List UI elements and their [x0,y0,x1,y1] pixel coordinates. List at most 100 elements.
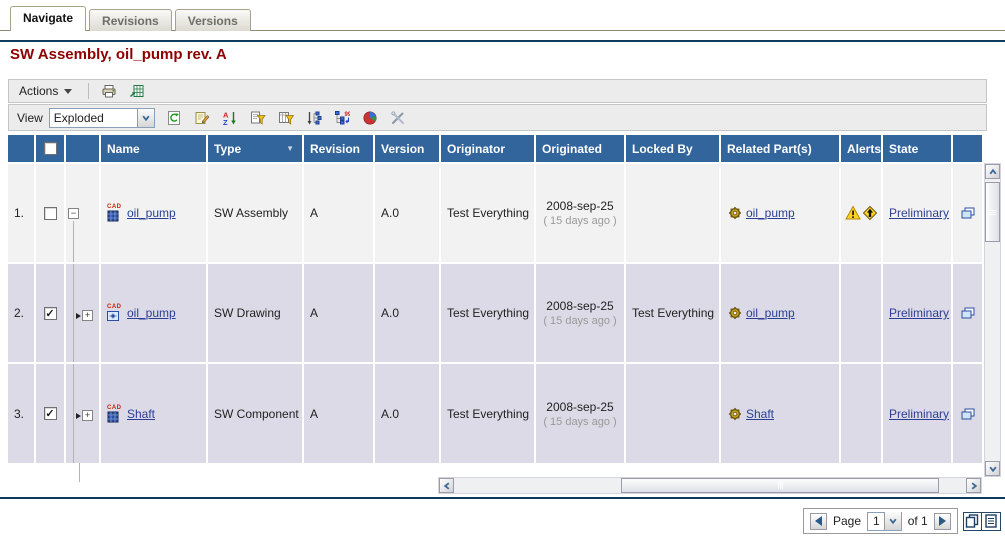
multi-window-icon[interactable] [963,512,982,531]
revise-alert-icon[interactable] [862,205,878,221]
cad-drawing-icon [107,304,123,322]
filter-table-icon[interactable] [275,108,297,128]
tree-structure-icon[interactable] [331,108,353,128]
scroll-up-button[interactable] [985,164,1000,179]
originated-cell: 2008-sep-25 ( 15 days ago ) [535,363,625,463]
state-link[interactable]: Preliminary [889,206,949,220]
vertical-scroll-thumb[interactable] [985,182,1000,242]
table-row: 2. oil_pump SW Drawing A A.0 Test Everyt… [8,263,982,363]
state-link[interactable]: Preliminary [889,407,949,421]
type-cell: SW Component [207,363,303,463]
state-cell: Preliminary [882,363,952,463]
select-all-checkbox[interactable] [44,142,57,155]
originator-cell: Test Everything [440,363,535,463]
next-page-button[interactable] [934,513,951,530]
tab-revisions[interactable]: Revisions [89,9,172,31]
header-related-parts[interactable]: Related Part(s) [720,135,840,163]
header-rownum [8,135,35,163]
tab-navigate[interactable]: Navigate [10,6,86,31]
expand-icon[interactable] [82,410,93,421]
scroll-down-button[interactable] [985,461,1000,476]
actions-menu-button[interactable]: Actions [9,84,82,98]
state-link[interactable]: Preliminary [889,306,949,320]
originated-ago: ( 15 days ago ) [536,416,624,428]
state-cell: Preliminary [882,263,952,363]
previous-page-button[interactable] [810,513,827,530]
originator-cell: Test Everything [440,163,535,263]
type-cell: SW Drawing [207,263,303,363]
header-locked-by[interactable]: Locked By [625,135,720,163]
row-checkbox[interactable] [44,307,57,320]
horizontal-scroll-thumb[interactable] [621,478,939,493]
header-state[interactable]: State [882,135,952,163]
tab-bar: Navigate Revisions Versions [10,6,251,31]
vertical-scrollbar[interactable] [984,163,1001,477]
header-select-all[interactable] [35,135,65,163]
tab-versions[interactable]: Versions [175,9,251,31]
related-part-link[interactable]: Shaft [746,407,774,421]
printer-icon[interactable] [98,81,120,101]
horizontal-scrollbar[interactable] [438,477,982,494]
tools-icon[interactable] [387,108,409,128]
scroll-right-button[interactable] [966,478,981,493]
next-page-icon [939,516,946,526]
actions-label: Actions [19,84,58,98]
cad-part-icon [107,405,123,423]
gear-icon [727,205,743,221]
header-revision[interactable]: Revision [303,135,374,163]
page-select[interactable]: 1 [867,512,902,531]
row-checkbox[interactable] [44,407,57,420]
refresh-icon[interactable] [163,108,185,128]
actions-toolbar: Actions [8,79,987,103]
related-part-link[interactable]: oil_pump [746,206,795,220]
page-select-arrow[interactable] [884,512,901,530]
export-list-icon[interactable] [126,81,148,101]
print-view-icon[interactable] [960,205,976,221]
related-part-link[interactable]: oil_pump [746,306,795,320]
print-view-icon[interactable] [960,406,976,422]
sort-tree-icon[interactable] [303,108,325,128]
header-alerts[interactable]: Alerts [840,135,882,163]
version-cell: A.0 [374,163,440,263]
page-title: SW Assembly, oil_pump rev. A [10,46,227,63]
table-row: 1. oil_pump SW Assembly A A.0 Test Every… [8,163,982,263]
sort-az-icon[interactable] [219,108,241,128]
cad-assembly-icon [107,204,123,222]
name-link[interactable]: oil_pump [127,206,176,220]
table-header-row: Name Type Revision Version Originator Or… [8,135,982,163]
sort-descending-icon [286,144,294,153]
originated-ago: ( 15 days ago ) [536,215,624,227]
expand-icon[interactable] [82,310,93,321]
row-number: 2. [8,263,35,363]
originated-date: 2008-sep-25 [536,400,624,414]
row-checkbox[interactable] [44,207,57,220]
pie-chart-icon[interactable] [359,108,381,128]
tree-line [73,264,74,362]
header-type-label: Type [214,142,241,156]
collapse-icon[interactable] [68,208,79,219]
originated-date: 2008-sep-25 [536,199,624,213]
warning-icon[interactable] [845,205,861,221]
view-select[interactable]: Exploded [49,108,155,128]
view-select-value: Exploded [50,111,137,125]
structure-table: Name Type Revision Version Originator Or… [8,135,982,463]
name-link[interactable]: Shaft [127,407,155,421]
page-controls: Page 1 of 1 [803,508,958,534]
revision-cell: A [303,363,374,463]
branch-arrow-icon [76,313,81,319]
header-version[interactable]: Version [374,135,440,163]
type-cell: SW Assembly [207,163,303,263]
header-originated[interactable]: Originated [535,135,625,163]
name-link[interactable]: oil_pump [127,306,176,320]
header-type[interactable]: Type [207,135,303,163]
single-window-icon[interactable] [982,512,1001,531]
print-view-icon[interactable] [960,305,976,321]
edit-icon[interactable] [191,108,213,128]
filter-document-icon[interactable] [247,108,269,128]
caret-down-icon [64,89,72,94]
header-name[interactable]: Name [100,135,207,163]
revision-cell: A [303,263,374,363]
header-originator[interactable]: Originator [440,135,535,163]
view-select-arrow[interactable] [137,109,154,127]
scroll-left-button[interactable] [439,478,454,493]
